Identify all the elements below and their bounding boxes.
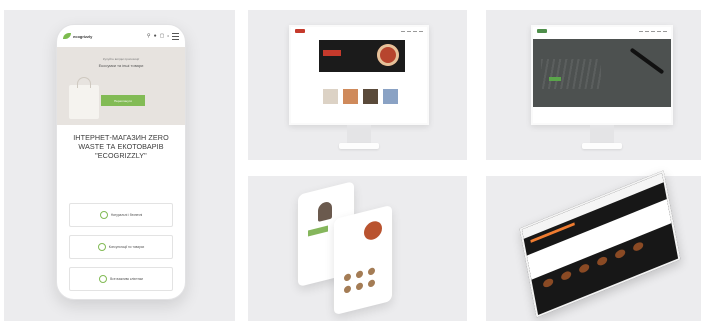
- dish-thumb: [578, 262, 590, 275]
- dish-thumb: [632, 240, 644, 253]
- product-thumb: [368, 279, 375, 288]
- dish-thumb: [614, 248, 626, 260]
- logo-text: ecogrizzly: [73, 33, 93, 39]
- cart-count: 0: [167, 34, 169, 38]
- food-thumb: [343, 89, 358, 104]
- hero-button: Переглянути: [101, 95, 145, 106]
- green-button: [308, 225, 328, 237]
- user-icon: ●: [153, 33, 157, 39]
- product-thumb: [344, 272, 351, 282]
- dish-thumb: [560, 269, 572, 282]
- desktop-monitor-corporate: [531, 25, 673, 151]
- hero-cta: [549, 77, 561, 81]
- feature-label: Консультації по товарах: [108, 245, 145, 249]
- dish-thumb: [542, 277, 554, 289]
- search-icon: ⚲: [146, 33, 151, 39]
- monitor-base: [339, 143, 379, 149]
- desktop-monitor-food: [289, 25, 429, 151]
- isometric-phone-front: [334, 204, 392, 316]
- phone-mockup: ecogrizzly ⚲ ● ▢ 0 Купуйте вигідні пропо…: [56, 24, 186, 300]
- menu-icon: [172, 32, 179, 40]
- person-image: [318, 200, 332, 222]
- nav-links: [639, 30, 667, 32]
- leaf-icon: [99, 211, 108, 219]
- food-thumb: [323, 89, 338, 104]
- hero-subtitle: Купуйте вигідні пропозиції: [102, 57, 140, 61]
- monitor-screen: [289, 25, 429, 125]
- logo: ecogrizzly: [63, 33, 92, 39]
- food-banner: [319, 40, 405, 72]
- leaf-logo-icon: [63, 33, 71, 39]
- product-thumb: [356, 282, 363, 291]
- monitor-stand: [347, 125, 371, 145]
- nav-links: [401, 30, 423, 32]
- food-thumb: [383, 89, 398, 104]
- page-heading: ІНТЕРНЕТ-МАГАЗИН ZERO WASTE ТА ЕКОТОВАРІ…: [73, 133, 169, 160]
- hero-image: [533, 39, 671, 107]
- cart-icon: ▢: [159, 33, 165, 39]
- feature-card: Все важливо клієнтам: [69, 267, 173, 291]
- pen-image: [629, 47, 665, 75]
- soup-bowl-image: [377, 44, 399, 66]
- product-thumb: [368, 267, 375, 276]
- monitor-screen: [531, 25, 673, 125]
- dish-thumb: [596, 255, 608, 267]
- feature-card: Консультації по товарах: [69, 235, 173, 259]
- site-nav: [533, 27, 671, 35]
- hero-title: Екосумки та інші товари: [98, 63, 144, 68]
- feature-card: Натуральні і безпечні: [69, 203, 173, 227]
- feature-label: Натуральні і безпечні: [110, 213, 143, 217]
- hero-banner: Купуйте вигідні пропозиції Екосумки та і…: [57, 47, 185, 125]
- phone-header: ecogrizzly ⚲ ● ▢ 0: [57, 25, 185, 47]
- tote-bag-image: [69, 77, 99, 119]
- keyboard-image: [541, 59, 601, 89]
- phone-icon: [99, 275, 108, 283]
- feature-label: Все важливо клієнтам: [110, 277, 143, 281]
- header-icons: ⚲ ● ▢ 0: [146, 32, 179, 40]
- site-logo: [537, 29, 547, 33]
- food-bowl-image: [364, 219, 382, 242]
- site-nav: [291, 27, 427, 35]
- site-logo: [295, 29, 305, 33]
- monitor-stand: [590, 125, 614, 145]
- product-thumb: [344, 284, 351, 294]
- support-icon: [97, 243, 106, 251]
- food-thumb: [363, 89, 378, 104]
- promo-badge: [323, 50, 341, 56]
- product-thumb: [356, 270, 363, 279]
- monitor-base: [582, 143, 622, 149]
